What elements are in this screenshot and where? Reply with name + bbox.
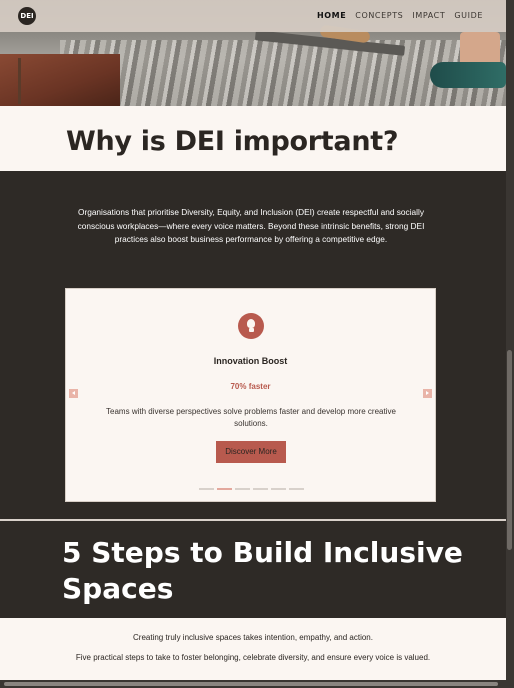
page: DEI HOME CONCEPTS IMPACT GUIDE Why is DE…	[0, 0, 514, 688]
horizontal-scrollbar-thumb[interactable]	[4, 682, 498, 686]
carousel-next-button[interactable]	[423, 389, 432, 398]
carousel-description: Teams with diverse perspectives solve pr…	[106, 407, 396, 428]
nav-link-concepts[interactable]: CONCEPTS	[355, 11, 403, 20]
carousel-dots	[199, 488, 304, 490]
rebar-rod	[18, 58, 21, 104]
nav-links: HOME CONCEPTS IMPACT GUIDE	[317, 11, 483, 20]
carousel-title: Innovation Boost	[213, 356, 288, 366]
carousel-stat: 70% faster	[230, 382, 271, 391]
logo[interactable]: DEI	[18, 7, 36, 25]
carousel-dot[interactable]	[253, 488, 268, 490]
why-intro: Organisations that prioritise Diversity,…	[77, 207, 425, 244]
carousel-dot[interactable]	[235, 488, 250, 490]
steps-intro-band: Creating truly inclusive spaces takes in…	[0, 618, 506, 680]
steps-intro-line-1: Creating truly inclusive spaces takes in…	[133, 633, 373, 642]
horizontal-scrollbar[interactable]	[0, 680, 514, 688]
carousel-dot[interactable]	[271, 488, 286, 490]
section-divider	[0, 519, 506, 521]
carousel-dot[interactable]	[217, 488, 232, 490]
steps-title: 5 Steps to Build Inclusive Spaces	[62, 536, 463, 605]
worker-shoe	[430, 62, 506, 88]
benefit-carousel: Innovation Boost 70% faster Teams with d…	[65, 288, 436, 502]
discover-more-button[interactable]: Discover More	[216, 441, 286, 463]
top-nav: DEI HOME CONCEPTS IMPACT GUIDE	[0, 0, 506, 32]
nav-link-impact[interactable]: IMPACT	[412, 11, 445, 20]
lightbulb-icon	[238, 313, 264, 339]
vertical-scrollbar-thumb[interactable]	[507, 350, 512, 550]
nav-link-guide[interactable]: GUIDE	[454, 11, 483, 20]
carousel-dot[interactable]	[289, 488, 304, 490]
steps-intro-line-2: Five practical steps to take to foster b…	[75, 653, 431, 662]
why-title: Why is DEI important?	[66, 126, 399, 157]
carousel-dot[interactable]	[199, 488, 214, 490]
vertical-scrollbar[interactable]	[506, 0, 514, 680]
why-heading-band: Why is DEI important?	[0, 106, 506, 171]
nav-link-home[interactable]: HOME	[317, 11, 346, 20]
